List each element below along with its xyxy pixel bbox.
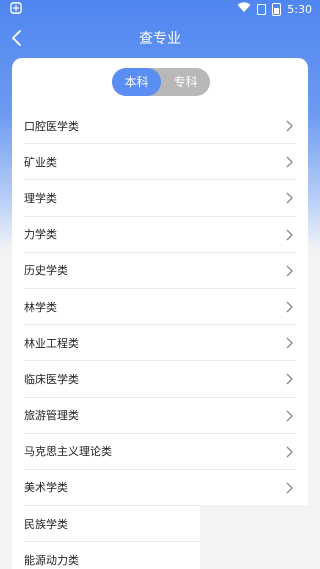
- page-title: 查专业: [139, 31, 181, 47]
- chevron-right-icon: [286, 337, 293, 349]
- chevron-right-icon: [286, 265, 293, 277]
- category-item[interactable]: 林业工程类: [24, 325, 296, 362]
- category-item[interactable]: 旅游管理类: [24, 398, 296, 434]
- category-list: 口腔医学类矿业类理学类力学类历史学类林学类林业工程类临床医学类旅游管理类马克思主…: [12, 108, 308, 569]
- category-item[interactable]: 林学类: [24, 289, 296, 326]
- chevron-right-icon: [286, 410, 293, 421]
- category-label: 能源动力类: [24, 553, 79, 567]
- category-item[interactable]: 口腔医学类: [24, 108, 296, 145]
- category-item[interactable]: 马克思主义理论类: [24, 434, 296, 470]
- category-item[interactable]: 历史学类: [24, 253, 296, 289]
- category-label: 马克思主义理论类: [24, 445, 112, 459]
- category-item[interactable]: 理学类: [24, 180, 296, 217]
- header: 查专业: [0, 18, 320, 58]
- category-label: 林学类: [24, 300, 57, 314]
- chevron-right-icon: [286, 301, 293, 313]
- category-item[interactable]: 矿业类: [24, 144, 296, 181]
- category-label: 理学类: [24, 191, 57, 205]
- wifi-icon: [237, 2, 251, 16]
- notification-icon: [10, 2, 22, 17]
- content-card: 本科 专科 口腔医学类矿业类理学类力学类历史学类林学类林业工程类临床医学类旅游管…: [12, 58, 308, 569]
- status-time: 5:30: [287, 2, 312, 16]
- category-label: 力学类: [24, 228, 57, 242]
- chevron-right-icon: [286, 229, 293, 241]
- toggle-junior-college[interactable]: 专科: [161, 68, 210, 96]
- category-label: 历史学类: [24, 264, 68, 278]
- chevron-right-icon: [286, 482, 293, 494]
- category-label: 临床医学类: [24, 372, 79, 386]
- status-bar: 5:30: [0, 0, 320, 18]
- chevron-right-icon: [286, 192, 293, 204]
- category-item[interactable]: 力学类: [24, 217, 296, 253]
- toggle-undergraduate[interactable]: 本科: [112, 68, 161, 96]
- category-item[interactable]: 美术学类: [24, 470, 296, 507]
- category-label: 矿业类: [24, 155, 57, 169]
- chevron-right-icon: [286, 120, 293, 132]
- sim-icon: [257, 3, 267, 15]
- category-item[interactable]: 临床医学类: [24, 361, 296, 398]
- category-label: 口腔医学类: [24, 119, 79, 133]
- category-label: 林业工程类: [24, 336, 79, 350]
- degree-toggle: 本科 专科: [112, 68, 210, 96]
- battery-icon: [272, 2, 282, 16]
- chevron-right-icon: [286, 373, 293, 385]
- bottom-background: [200, 505, 320, 569]
- chevron-right-icon: [286, 156, 293, 168]
- category-label: 民族学类: [24, 517, 68, 531]
- category-label: 旅游管理类: [24, 409, 79, 423]
- category-label: 美术学类: [24, 481, 68, 495]
- chevron-right-icon: [286, 446, 293, 458]
